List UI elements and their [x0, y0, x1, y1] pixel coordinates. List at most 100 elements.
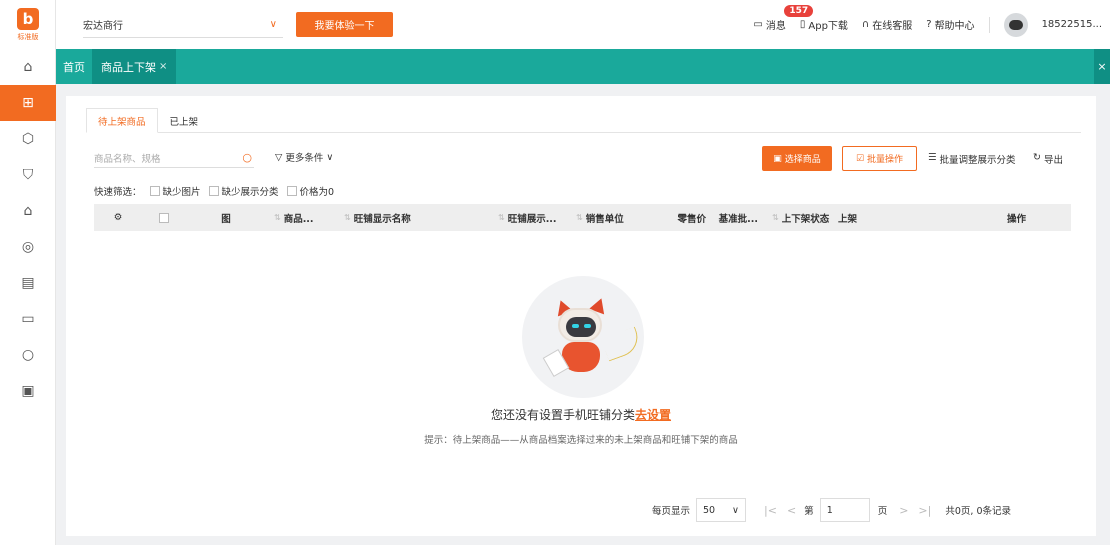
mascot-tail [600, 326, 644, 362]
go-setup-link[interactable]: 去设置 [635, 408, 671, 422]
subtabs: 待上架商品 已上架 [86, 108, 1081, 133]
col-goods-label: 商品... [283, 213, 314, 225]
quick-filter: 快速筛选： 缺少图片 缺少展示分类 价格为0 [94, 184, 334, 198]
price-zero-label: 价格为0 [299, 187, 335, 198]
per-page-label: 每页显示 [652, 506, 691, 517]
tab-home[interactable]: 首页 [56, 49, 92, 84]
money-bag-icon[interactable]: ◎ [0, 229, 56, 265]
sort-icon: ⇅ [772, 213, 779, 222]
select-goods-button[interactable]: ▣ 选择商品 [762, 146, 832, 171]
logo[interactable]: b 标准版 [0, 0, 56, 49]
topbar: 宏达商行 ∨ 我要体验一下 ▭ 消息 157 ▯ App下载 ∩ 在线客服 ? … [56, 0, 1110, 49]
col-display-name[interactable]: ⇅ 旺铺显示名称 [336, 204, 490, 231]
col-base-wholesale: 基准批... [718, 213, 758, 225]
id-card-icon[interactable]: ▭ [0, 301, 56, 337]
app-download-link[interactable]: ▯ App下载 [800, 17, 848, 32]
empty-title: 您还没有设置手机旺铺分类 [490, 408, 635, 422]
page-prefix: 第 [804, 506, 814, 517]
bag-icon[interactable]: ⛉ [0, 157, 56, 193]
export-label: 导出 [1043, 155, 1063, 166]
checkbox-box[interactable] [286, 186, 297, 196]
per-page-select[interactable]: 50 ∨ [696, 498, 747, 522]
store-icon[interactable]: ⌂ [0, 193, 56, 229]
missing-image-label: 缺少图片 [162, 187, 201, 198]
clipboard-icon[interactable]: ▤ [0, 265, 56, 301]
price-zero-checkbox[interactable]: 价格为0 [286, 184, 335, 198]
page-value: 1 [826, 504, 833, 516]
new-badge-icon[interactable]: ▣ [0, 373, 56, 409]
close-all-tabs-icon[interactable]: × [1094, 49, 1110, 84]
shop-name: 宏达商行 [83, 20, 123, 32]
empty-message: 您还没有设置手机旺铺分类去设置 [66, 406, 1096, 423]
shop-select[interactable]: 宏达商行 ∨ [83, 12, 283, 38]
more-conditions-button[interactable]: ▽ 更多条件 ∨ [275, 150, 334, 165]
col-listed: 上架 [838, 213, 858, 225]
circle-icon[interactable]: ○ [0, 337, 56, 373]
checkbox-box[interactable] [208, 186, 219, 196]
column-settings-icon[interactable]: ⚙ [94, 204, 142, 231]
per-page-value: 50 [703, 504, 716, 516]
select-all-checkbox[interactable] [142, 204, 186, 231]
home-icon[interactable]: ⌂ [0, 49, 56, 85]
list-icon: ☰ [928, 152, 937, 163]
export-link[interactable]: ↻ 导出 [1033, 152, 1063, 166]
last-page-icon[interactable]: >| [918, 504, 931, 517]
message-icon: ▭ [753, 19, 763, 30]
chevron-down-icon: ∨ [732, 504, 740, 516]
prev-page-icon[interactable]: < [787, 504, 796, 517]
filter-icon: ▽ [275, 151, 283, 163]
batch-ops-button[interactable]: ☑ 批量操作 [842, 146, 917, 171]
missing-category-checkbox[interactable]: 缺少展示分类 [208, 184, 279, 198]
divider [988, 16, 990, 33]
try-button[interactable]: 我要体验一下 [296, 12, 393, 37]
first-page-icon[interactable]: |< [764, 504, 777, 517]
chevron-down-icon: ∨ [326, 151, 334, 163]
settings-hex-icon[interactable]: ⬡ [0, 121, 56, 157]
top-right-menu: ▭ 消息 157 ▯ App下载 ∩ 在线客服 ? 帮助中心 18522515.… [753, 0, 1102, 49]
headset-icon: ∩ [861, 19, 870, 30]
checkbox-box[interactable] [149, 186, 160, 196]
col-display-category[interactable]: ⇅ 旺铺展示... [490, 204, 568, 231]
quick-filter-label: 快速筛选： [94, 187, 142, 198]
close-icon[interactable]: × [159, 61, 167, 72]
tab-current[interactable]: 商品上下架 × [92, 49, 177, 84]
search-input[interactable]: 商品名称、规格 ○ [94, 148, 254, 168]
col-retail-price: 零售价 [677, 213, 706, 225]
missing-image-checkbox[interactable]: 缺少图片 [149, 184, 201, 198]
col-listing-status[interactable]: ⇅ 上下架状态 [764, 204, 834, 231]
checkbox-box[interactable] [159, 212, 169, 223]
user-phone[interactable]: 18522515... [1042, 19, 1102, 30]
col-sales-unit-label: 销售单位 [585, 213, 624, 225]
main-panel: 待上架商品 已上架 商品名称、规格 ○ ▽ 更多条件 ∨ ▣ 选择商品 ☑ 批量… [66, 96, 1096, 536]
pagination: 每页显示 50 ∨ |< < 第 1 页 > >| 共0页, 0条记录 [652, 498, 1011, 522]
help-center-link[interactable]: ? 帮助中心 [926, 17, 974, 32]
sort-icon: ⇅ [274, 213, 281, 222]
messages-badge: 157 [783, 4, 815, 18]
avatar[interactable] [1003, 12, 1028, 37]
tab-current-label: 商品上下架 [101, 60, 156, 74]
help-icon: ? [926, 19, 932, 30]
search-icon[interactable]: ○ [242, 151, 252, 164]
page-input[interactable]: 1 [819, 498, 870, 522]
messages-label: 消息 [765, 21, 786, 32]
logo-text: 标准版 [17, 32, 39, 41]
page-suffix: 页 [877, 506, 888, 517]
tab-listed[interactable]: 已上架 [158, 108, 211, 133]
online-service-link[interactable]: ∩ 在线客服 [862, 17, 912, 32]
chevron-down-icon: ∨ [269, 18, 277, 30]
app-download-label: App下载 [808, 21, 848, 32]
col-sales-unit[interactable]: ⇅ 销售单位 [568, 204, 656, 231]
col-goods[interactable]: ⇅ 商品... [266, 204, 336, 231]
next-page-icon[interactable]: > [899, 504, 908, 517]
mascot-face [566, 317, 596, 337]
missing-category-label: 缺少展示分类 [221, 187, 279, 198]
messages-link[interactable]: ▭ 消息 157 [753, 4, 815, 32]
empty-hint: 提示：待上架商品——从商品档案选择过来的未上架商品和旺铺下架的商品 [424, 435, 738, 446]
empty-illustration [522, 276, 644, 398]
batch-adjust-category-link[interactable]: ☰ 批量调整展示分类 [928, 152, 1016, 166]
tabbar: 首页 商品上下架 × × [56, 49, 1110, 84]
gift-icon[interactable]: ⊞ [0, 85, 56, 121]
search-placeholder: 商品名称、规格 [94, 153, 161, 165]
col-display-category-label: 旺铺展示... [507, 213, 557, 225]
tab-pending[interactable]: 待上架商品 [86, 108, 158, 133]
